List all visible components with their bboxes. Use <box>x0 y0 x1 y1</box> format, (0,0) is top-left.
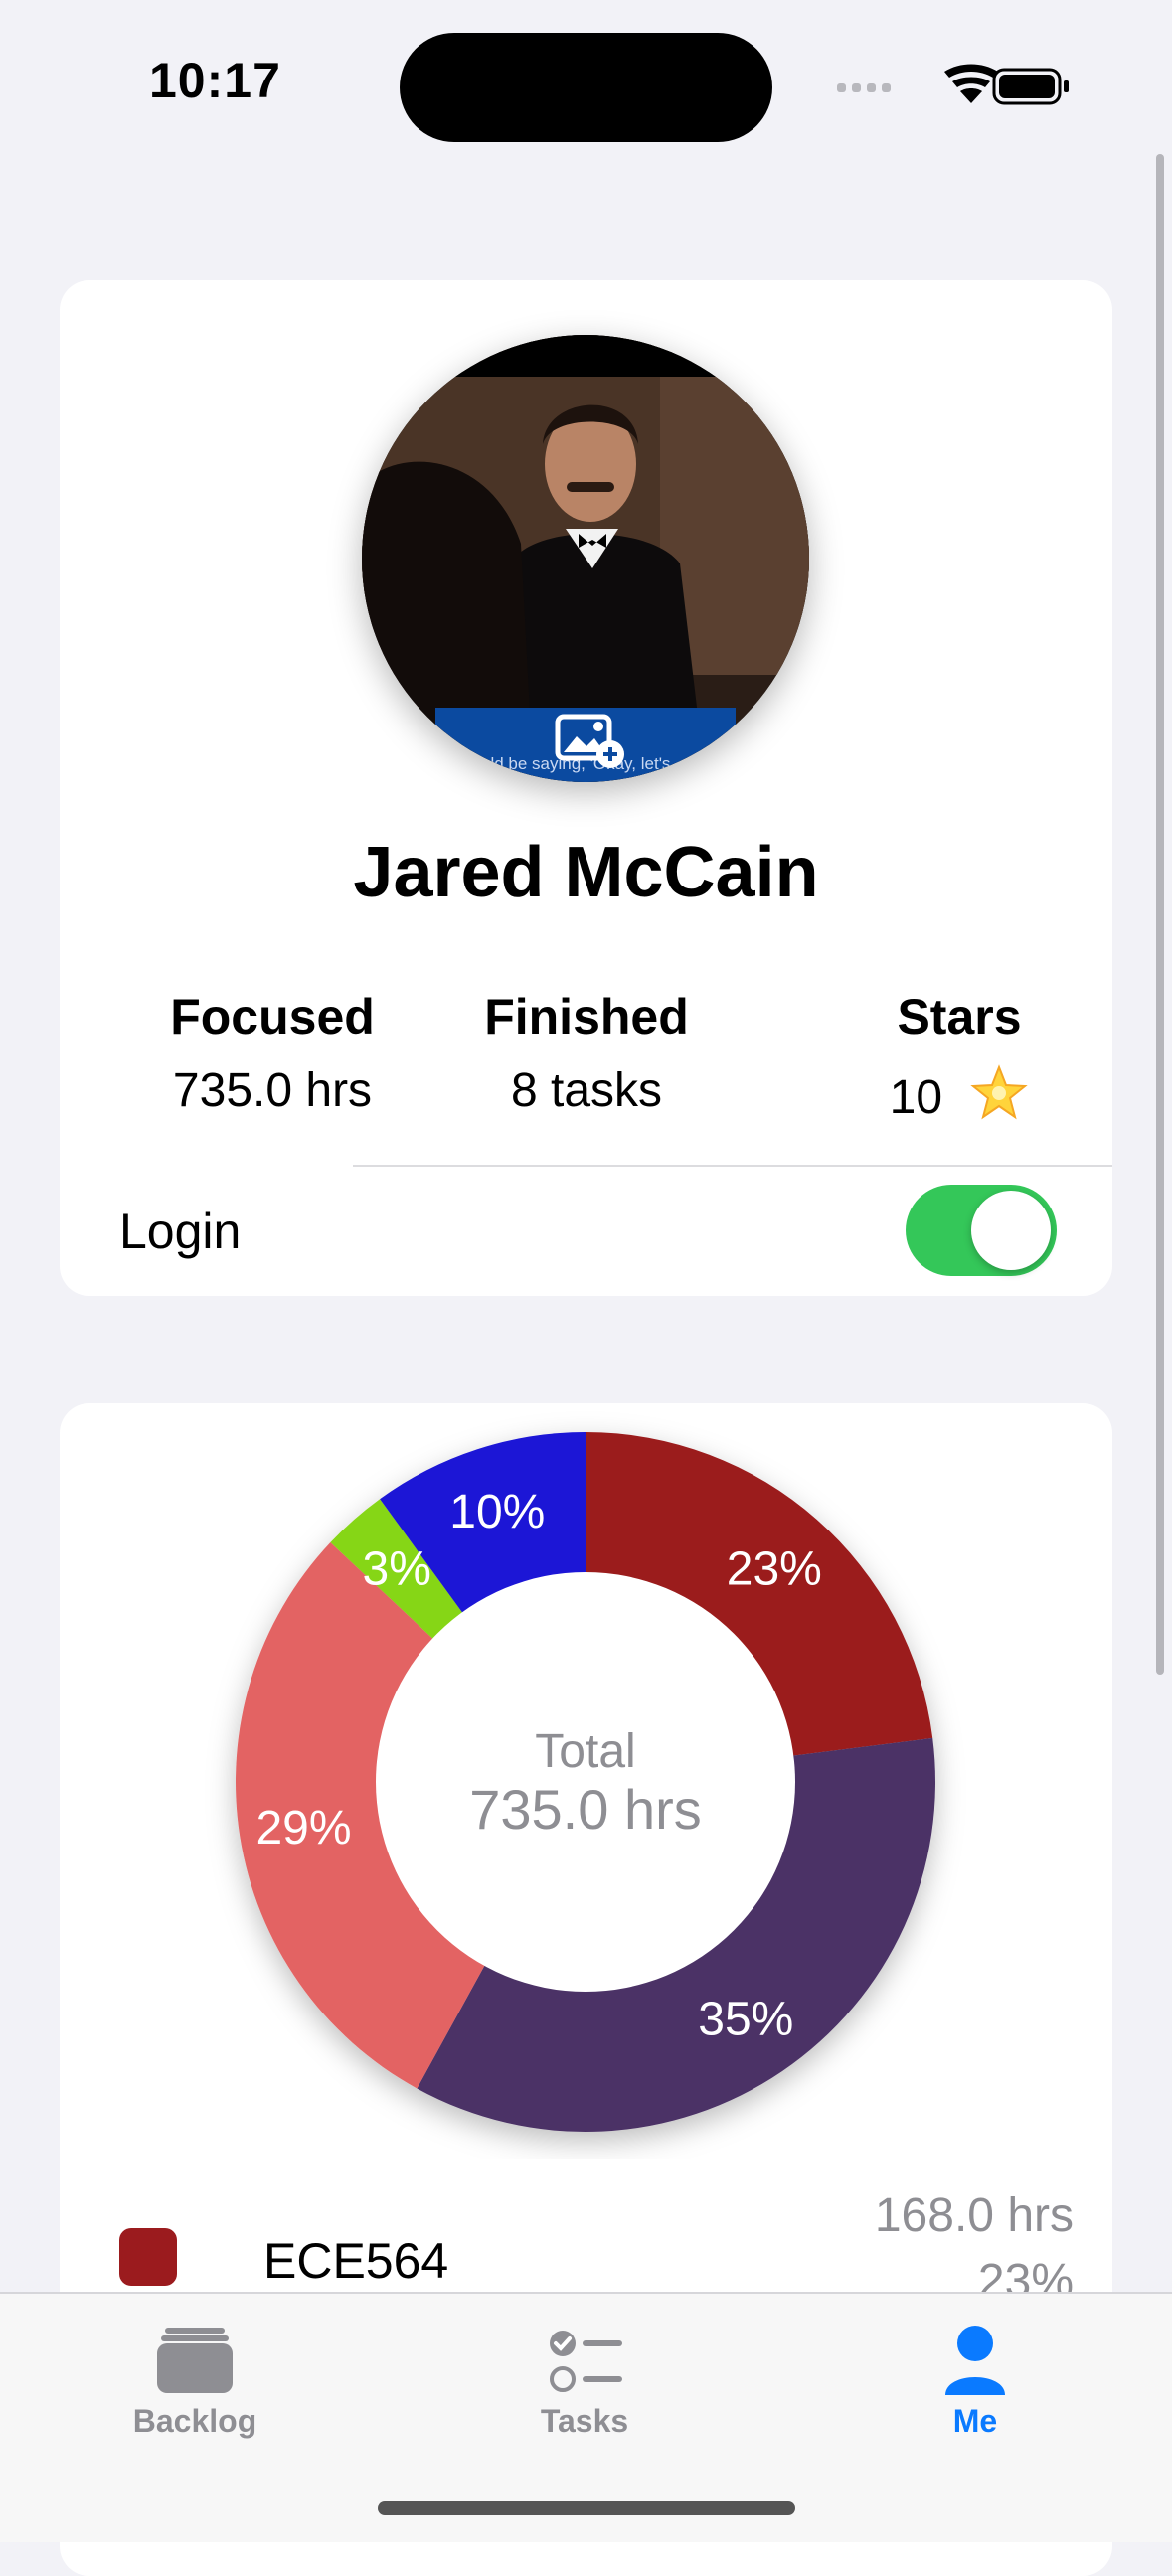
status-time: 10:17 <box>149 53 281 108</box>
battery-icon <box>992 68 1069 105</box>
tray-stack-icon <box>157 2328 233 2393</box>
stat-value-row: 10 <box>790 1063 1128 1125</box>
donut-center-label: Total <box>535 1725 635 1778</box>
status-icons <box>837 64 1069 105</box>
donut-slice-label: 3% <box>363 1543 431 1596</box>
wifi-icon <box>944 64 998 103</box>
stat-label: Finished <box>484 989 689 1045</box>
dynamic-island <box>400 33 772 142</box>
stat-focused: Focused 735.0 hrs <box>103 988 441 1118</box>
stat-value: 10 <box>889 1071 943 1124</box>
status-bar: 10:17 <box>0 0 1172 149</box>
person-icon <box>945 2326 1005 2395</box>
scroll-indicator[interactable] <box>1156 154 1164 1675</box>
login-label: Login <box>119 1204 242 1259</box>
donut-slice-label: 35% <box>698 1993 793 2045</box>
tab-label: Backlog <box>132 2403 257 2439</box>
login-toggle[interactable] <box>906 1185 1057 1276</box>
tab-tasks[interactable]: Tasks <box>455 2294 714 2443</box>
legend-label: ECE564 <box>263 2233 449 2289</box>
tab-label: Me <box>952 2403 998 2439</box>
profile-avatar[interactable]: uld be saying, 'Okay, let's <box>362 335 809 782</box>
toggle-knob <box>971 1191 1051 1270</box>
checklist-icon <box>550 2331 622 2392</box>
stat-value: 8 tasks <box>510 1064 663 1117</box>
profile-name: Jared McCain <box>353 833 819 912</box>
tab-label: Tasks <box>540 2403 629 2439</box>
divider <box>353 1165 1112 1167</box>
donut-slice-label: 29% <box>255 1802 351 1854</box>
cellular-signal-icon <box>837 83 891 92</box>
glowing-star-icon <box>970 1064 1029 1120</box>
donut-center-value: 735.0 hrs <box>469 1778 702 1841</box>
donut-slice-label: 10% <box>449 1486 545 1538</box>
tab-backlog[interactable]: Backlog <box>66 2294 324 2443</box>
legend-hours: 168.0 hrs <box>874 2189 1074 2242</box>
stat-finished: Finished 8 tasks <box>418 988 755 1118</box>
stat-stars: Stars 10 <box>790 988 1128 1125</box>
profile-card: uld be saying, 'Okay, let's Jared McCain… <box>60 280 1112 1296</box>
home-indicator <box>378 2501 795 2515</box>
donut-chart: 23% 35% 29% 3% 10% Total 735.0 hrs <box>235 1432 935 2132</box>
stat-label: Stars <box>897 989 1022 1045</box>
stat-label: Focused <box>170 989 375 1045</box>
tab-me[interactable]: Me <box>846 2294 1104 2443</box>
legend-swatch <box>119 2228 177 2286</box>
avatar-photo: uld be saying, 'Okay, let's <box>362 335 809 782</box>
stat-value: 735.0 hrs <box>172 1064 373 1117</box>
donut-slice-label: 23% <box>727 1543 822 1596</box>
